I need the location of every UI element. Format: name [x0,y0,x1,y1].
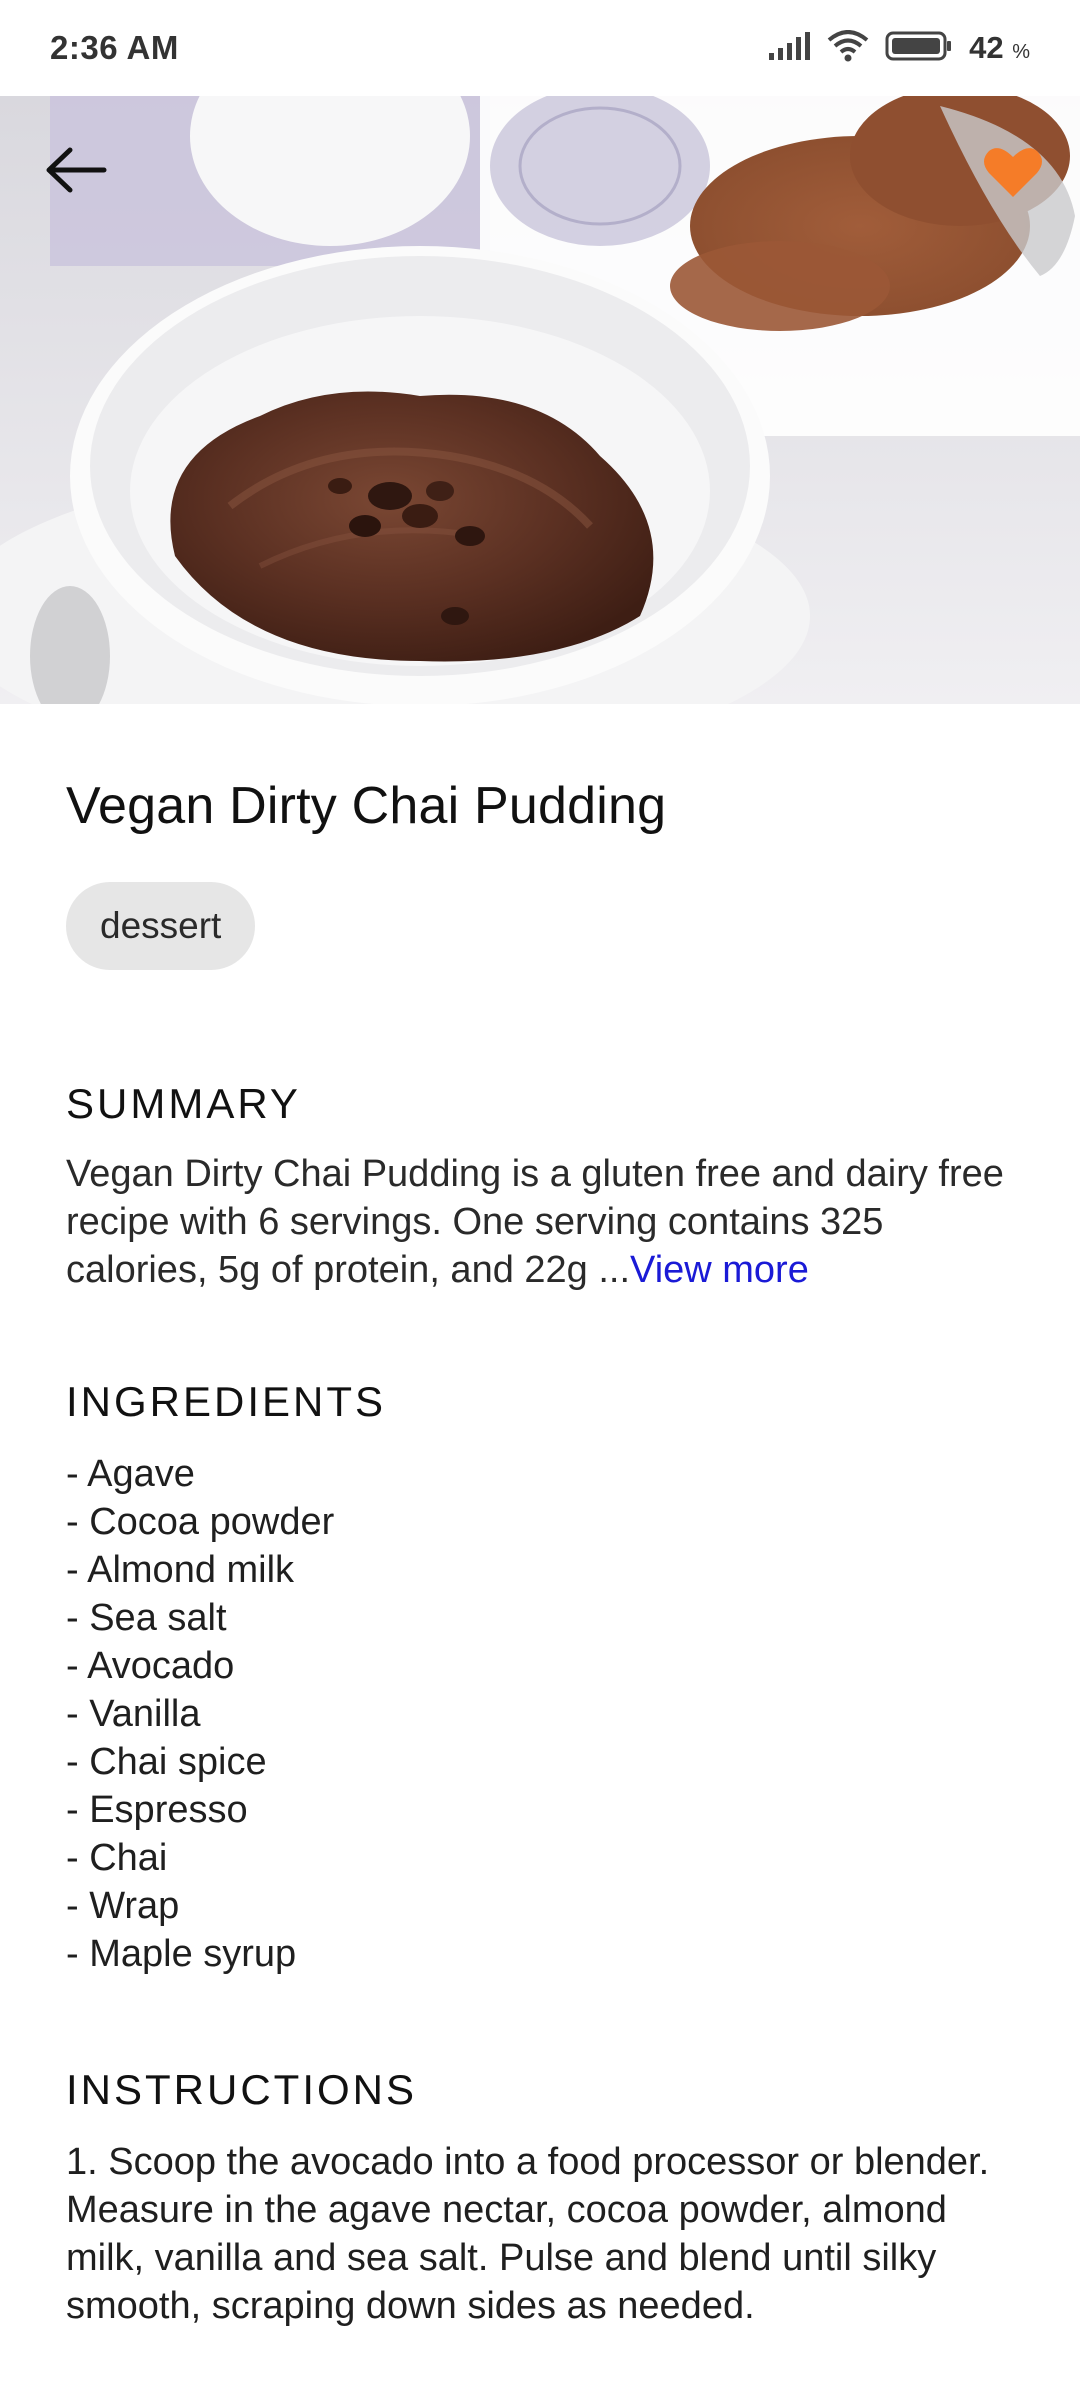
status-icons: 42 % [767,29,1030,67]
ingredient-item: - Chai [66,1837,168,1879]
battery-percent: 42 % [969,30,1030,66]
tag-chip-dessert[interactable]: dessert [66,882,256,970]
favorite-button[interactable] [980,144,1046,200]
ingredient-item: - Chai spice [66,1741,267,1783]
instructions-heading: INSTRUCTIONS [66,2066,417,2113]
ingredient-item: - Sea salt [66,1597,227,1639]
summary-text: Vegan Dirty Chai Pudding is a gluten fre… [66,1150,1026,1294]
instruction-step-1: 1. Scoop the avocado into a food process… [66,2141,990,2327]
status-bar: 2:36 AM 42 % [0,0,1080,96]
ingredient-list: - Agave - Cocoa powder - Almond milk - S… [66,1450,1026,1978]
ingredient-item: - Almond milk [66,1549,295,1591]
battery-unit: % [1012,41,1030,63]
arrow-left-icon [44,145,108,195]
summary-body: Vegan Dirty Chai Pudding is a gluten fre… [66,1153,1004,1291]
ingredients-heading: INGREDIENTS [66,1378,387,1425]
back-button[interactable] [40,140,112,200]
ingredient-item: - Vanilla [66,1693,201,1735]
wifi-icon [827,29,869,67]
recipe-detail-screen: 2:36 AM 42 % Vegan Dirty Chai Pudding de… [0,0,1080,2400]
summary-heading: SUMMARY [66,1080,301,1127]
heart-icon [983,145,1043,199]
ingredient-item: - Avocado [66,1645,235,1687]
recipe-hero-image [0,96,1080,704]
battery-icon [885,30,953,67]
ingredient-item: - Cocoa powder [66,1501,335,1543]
pudding-photo [0,96,1080,704]
ingredient-item: - Espresso [66,1789,248,1831]
recipe-content: Vegan Dirty Chai Pudding dessert SUMMARY… [66,704,1026,2330]
signal-icon [767,31,811,66]
ingredient-item: - Wrap [66,1885,180,1927]
status-time: 2:36 AM [50,29,179,66]
recipe-title: Vegan Dirty Chai Pudding [66,777,667,835]
ingredient-item: - Maple syrup [66,1933,297,1975]
view-more-link[interactable]: View more [630,1249,809,1291]
ingredient-item: - Agave [66,1453,195,1495]
battery-level: 42 [969,30,1004,65]
